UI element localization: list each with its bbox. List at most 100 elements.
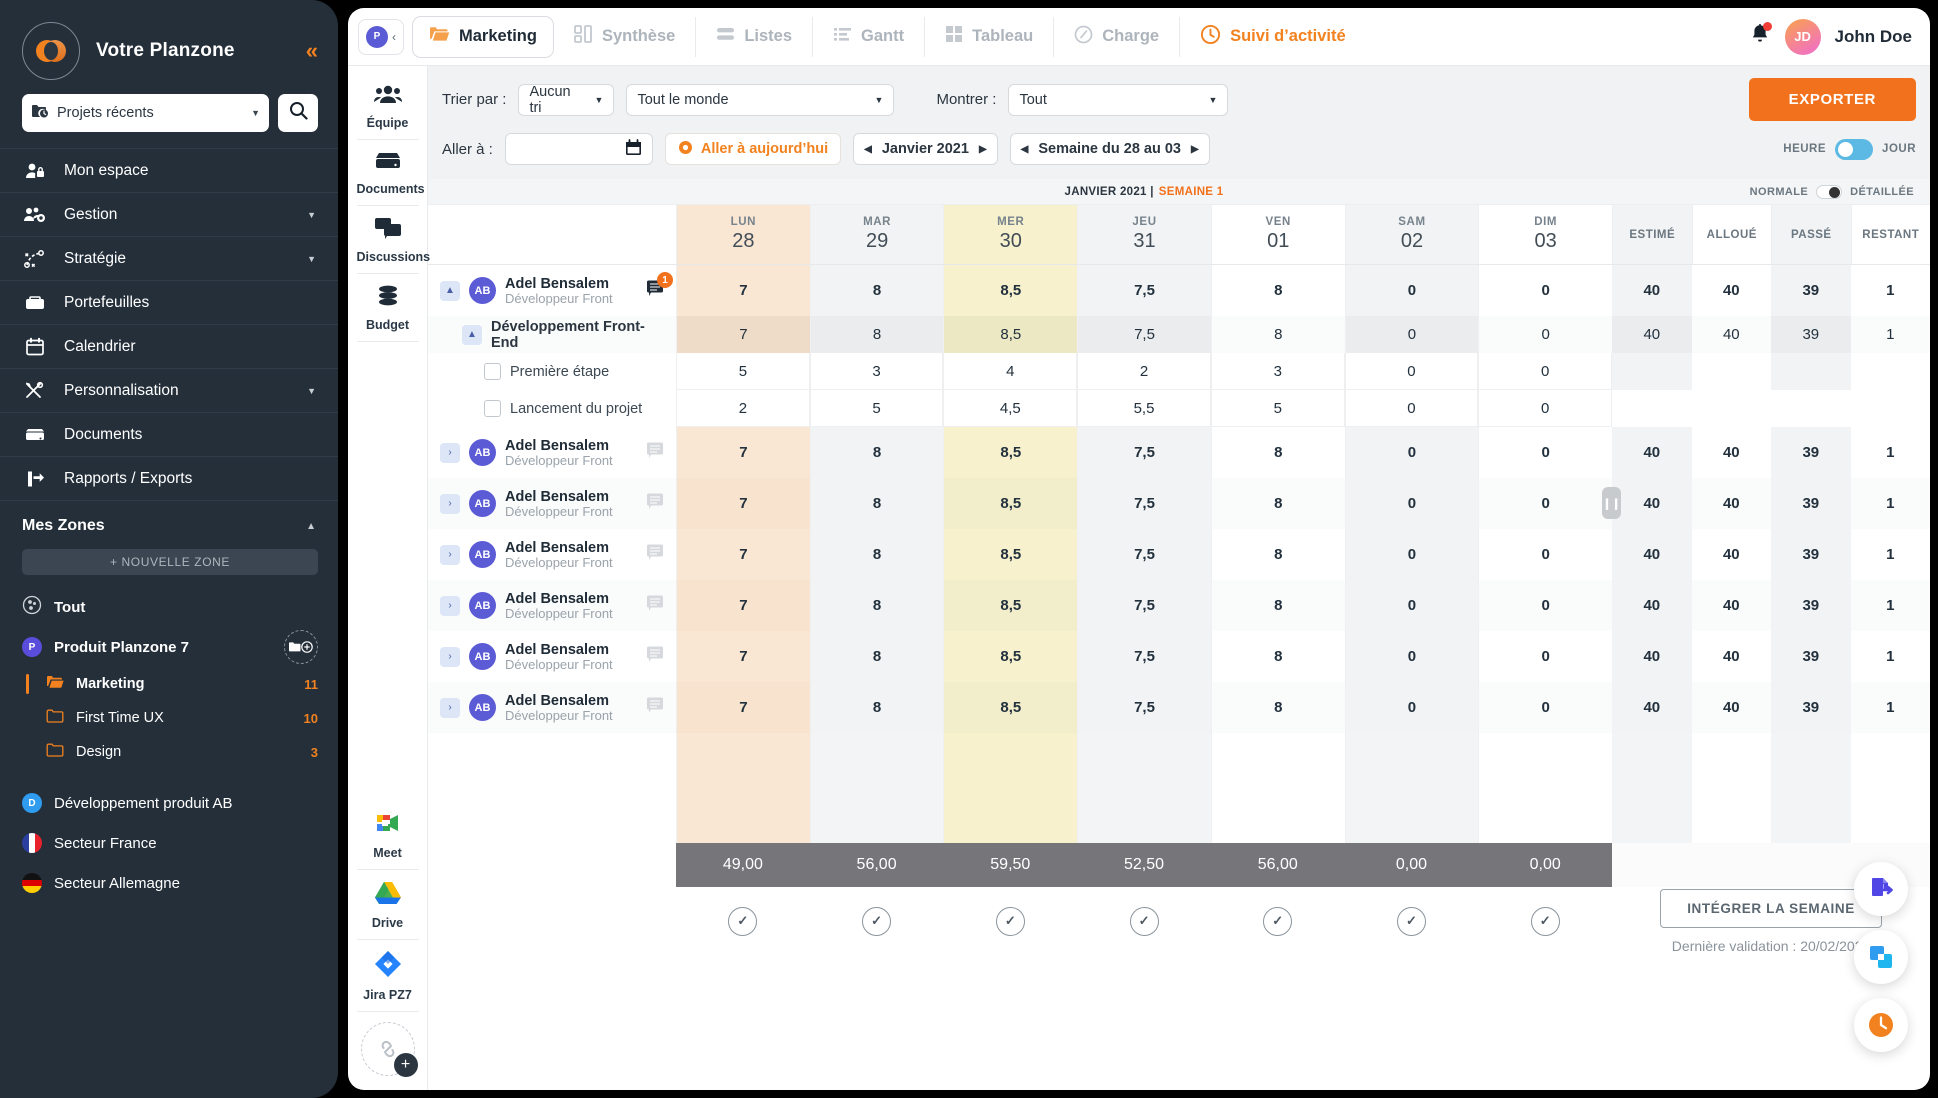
day-cell[interactable]: 2 <box>1077 353 1211 390</box>
collapse-row-icon[interactable]: ▲ <box>440 281 460 301</box>
collapse-row-icon[interactable]: ▲ <box>462 325 482 345</box>
comments-button[interactable] <box>646 543 666 566</box>
sidebar-item-documents[interactable]: Documents <box>0 412 338 456</box>
day-cell[interactable]: 0 <box>1345 529 1479 580</box>
task-checkbox[interactable] <box>484 400 501 417</box>
day-cell[interactable]: 0 <box>1478 682 1612 733</box>
table-row[interactable]: › AB Adel Bensalem Développeur Front <box>428 682 1930 733</box>
density-toggle[interactable]: NORMALE DÉTAILLÉE <box>1612 179 1930 204</box>
day-cell[interactable]: 5 <box>810 390 944 427</box>
zone-item-developpement-produit-ab[interactable]: D Développement produit AB <box>0 783 338 823</box>
zone-item-secteur-allemagne[interactable]: Secteur Allemagne <box>0 863 338 903</box>
user-name[interactable]: John Doe <box>1835 27 1912 47</box>
day-cell[interactable]: 8 <box>1211 580 1345 631</box>
table-row[interactable]: › AB Adel Bensalem Développeur Front <box>428 427 1930 478</box>
day-cell[interactable]: 7,5 <box>1077 529 1211 580</box>
week-stepper[interactable]: ◀ Semaine du 28 au 03 ▶ <box>1010 133 1210 165</box>
zone-item-marketing[interactable]: Marketing 11 <box>0 667 338 701</box>
day-cell[interactable]: 0 <box>1478 529 1612 580</box>
day-cell[interactable]: 0 <box>1478 353 1612 390</box>
month-stepper[interactable]: ◀ Janvier 2021 ▶ <box>853 133 997 165</box>
sidebar-item-rapports-exports[interactable]: Rapports / Exports <box>0 456 338 500</box>
day-cell[interactable]: 8 <box>810 265 944 316</box>
rail-item-documents[interactable]: Documents <box>357 140 419 206</box>
day-cell[interactable]: 8,5 <box>943 427 1077 478</box>
day-cell[interactable]: 8 <box>810 529 944 580</box>
day-cell[interactable]: 4,5 <box>943 390 1077 427</box>
day-header-dim[interactable]: DIM 03 <box>1478 205 1612 264</box>
date-input[interactable] <box>505 133 653 165</box>
project-switcher[interactable]: P ‹ <box>358 19 404 55</box>
table-row[interactable]: › AB Adel Bensalem Développeur Front <box>428 478 1930 529</box>
day-cell[interactable]: 7 <box>676 580 810 631</box>
people-select[interactable]: Tout le monde ▼ <box>626 84 894 116</box>
day-cell[interactable]: 7,5 <box>1077 265 1211 316</box>
table-row[interactable]: › AB Adel Bensalem Développeur Front <box>428 529 1930 580</box>
prev-week-icon[interactable]: ◀ <box>1021 144 1029 155</box>
validate-day-jeu[interactable]: ✓ <box>1077 907 1211 936</box>
day-cell[interactable]: 8 <box>1211 427 1345 478</box>
day-cell[interactable]: 0 <box>1345 316 1479 353</box>
zone-item-secteur-france[interactable]: Secteur France <box>0 823 338 863</box>
comments-button[interactable] <box>646 441 666 464</box>
next-month-icon[interactable]: ▶ <box>979 144 987 155</box>
zone-item-first-time-ux[interactable]: First Time UX 10 <box>0 701 338 735</box>
day-cell[interactable]: 8,5 <box>943 631 1077 682</box>
day-cell[interactable]: 8 <box>1211 478 1345 529</box>
day-cell[interactable]: 7,5 <box>1077 316 1211 353</box>
day-cell[interactable]: 7 <box>676 478 810 529</box>
expand-row-icon[interactable]: › <box>440 647 460 667</box>
table-row[interactable]: Première étape 5 3 4 2 3 0 0 <box>428 353 1930 390</box>
day-cell[interactable]: 0 <box>1478 478 1612 529</box>
sidebar-item-portefeuilles[interactable]: Portefeuilles <box>0 280 338 324</box>
comments-button[interactable]: 1 <box>646 279 666 302</box>
unit-toggle[interactable]: HEURE JOUR <box>1783 139 1916 160</box>
duplicate-fab[interactable] <box>1854 930 1908 984</box>
day-header-jeu[interactable]: JEU 31 <box>1077 205 1211 264</box>
day-cell[interactable]: 8,5 <box>943 529 1077 580</box>
zones-header[interactable]: Mes Zones ▲ <box>0 500 338 543</box>
table-row[interactable]: ▲ Développement Front-End 7 8 8,5 7,5 8 … <box>428 316 1930 353</box>
day-cell[interactable]: 8 <box>1211 265 1345 316</box>
sidebar-item-strategie[interactable]: Stratégie ▼ <box>0 236 338 280</box>
sidebar-item-personnalisation[interactable]: Personnalisation ▼ <box>0 368 338 412</box>
day-cell[interactable]: 0 <box>1478 265 1612 316</box>
day-cell[interactable]: 7 <box>676 265 810 316</box>
add-folder-button[interactable] <box>284 630 318 664</box>
day-cell[interactable]: 0 <box>1478 631 1612 682</box>
tab-marketing[interactable]: Marketing <box>412 16 554 58</box>
expand-row-icon[interactable]: › <box>440 443 460 463</box>
day-cell[interactable]: 5 <box>676 353 810 390</box>
search-button[interactable] <box>278 94 318 132</box>
sidebar-item-calendrier[interactable]: Calendrier <box>0 324 338 368</box>
day-cell[interactable]: 8,5 <box>943 478 1077 529</box>
day-cell[interactable]: 0 <box>1478 427 1612 478</box>
day-cell[interactable]: 7 <box>676 316 810 353</box>
task-checkbox[interactable] <box>484 363 501 380</box>
day-cell[interactable]: 8 <box>810 478 944 529</box>
day-cell[interactable]: 0 <box>1345 390 1479 427</box>
day-cell[interactable]: 5,5 <box>1077 390 1211 427</box>
day-cell[interactable]: 0 <box>1345 478 1479 529</box>
day-cell[interactable]: 0 <box>1345 427 1479 478</box>
day-cell[interactable]: 0 <box>1345 580 1479 631</box>
day-cell[interactable]: 5 <box>1211 390 1345 427</box>
tab-charge[interactable]: Charge <box>1054 17 1180 57</box>
day-cell[interactable]: 0 <box>1478 580 1612 631</box>
day-cell[interactable]: 7 <box>676 529 810 580</box>
tab-synthese[interactable]: Synthèse <box>554 17 696 57</box>
day-header-mer[interactable]: MER 30 <box>943 205 1077 264</box>
sort-select[interactable]: Aucun tri ▼ <box>518 84 614 116</box>
zone-item-tout[interactable]: Tout <box>0 587 338 627</box>
tab-tableau[interactable]: Tableau <box>925 17 1054 57</box>
column-resize-handle[interactable]: ❙❙ <box>1602 487 1621 519</box>
day-cell[interactable]: 7 <box>676 631 810 682</box>
day-header-sam[interactable]: SAM 02 <box>1345 205 1479 264</box>
unit-switch[interactable] <box>1835 139 1873 160</box>
day-cell[interactable]: 8,5 <box>943 580 1077 631</box>
day-cell[interactable]: 8 <box>810 631 944 682</box>
expand-row-icon[interactable]: › <box>440 698 460 718</box>
validate-day-mar[interactable]: ✓ <box>810 907 944 936</box>
day-cell[interactable]: 7 <box>676 427 810 478</box>
day-cell[interactable]: 7,5 <box>1077 580 1211 631</box>
